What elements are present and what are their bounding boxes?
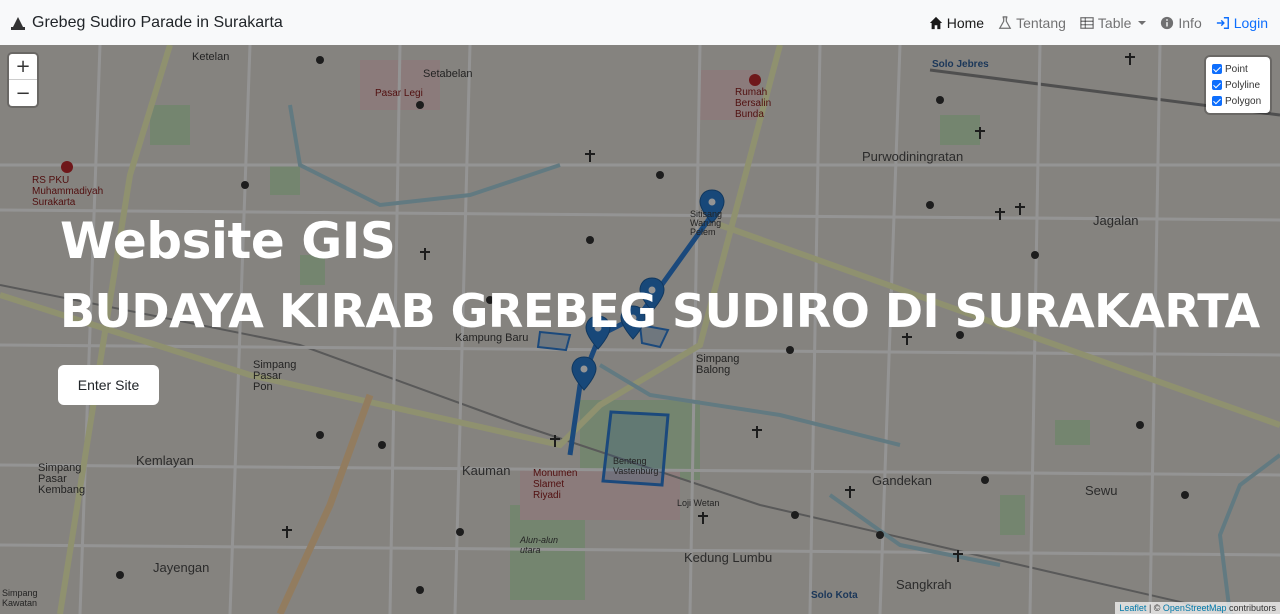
table-icon [1080, 16, 1094, 29]
checkbox-icon[interactable] [1212, 96, 1222, 106]
leaflet-link[interactable]: Leaflet [1119, 603, 1146, 613]
nav-home-label: Home [946, 14, 985, 31]
chevron-down-icon [1138, 20, 1147, 25]
nav-login[interactable]: Login [1216, 15, 1268, 31]
layer-polyline-label: Polyline [1225, 79, 1261, 91]
osm-link[interactable]: OpenStreetMap [1163, 603, 1227, 613]
flask-icon [998, 15, 1012, 29]
nav-tentang-label: Tentang [1016, 14, 1066, 31]
enter-site-button[interactable]: Enter Site [58, 365, 159, 405]
info-icon [1161, 16, 1174, 29]
map-attribution: Leaflet | © OpenStreetMap contributors [1115, 602, 1280, 614]
nav-info-label: Info [1178, 14, 1202, 31]
nav-table-label: Table [1097, 14, 1132, 31]
navbar: Grebeg Sudiro Parade in Surakarta Home T… [0, 0, 1280, 45]
layer-point-label: Point [1225, 63, 1248, 75]
zoom-control: + − [9, 54, 37, 106]
hero-subtitle: BUDAYA KIRAB GREBEG SUDIRO DI SURAKARTA [60, 284, 1260, 338]
checkbox-icon[interactable] [1212, 80, 1222, 90]
layer-polygon-label: Polygon [1225, 95, 1262, 107]
zoom-in-button[interactable]: + [9, 54, 37, 80]
home-icon [929, 16, 942, 29]
layer-polygon-toggle[interactable]: Polygon [1212, 93, 1264, 109]
layer-control: Point Polyline Polygon [1206, 57, 1270, 113]
nav-table-dropdown[interactable]: Table [1080, 14, 1147, 31]
layer-point-toggle[interactable]: Point [1212, 61, 1264, 77]
nav-info[interactable]: Info [1160, 14, 1202, 31]
login-icon [1216, 16, 1229, 29]
hero-title: Website GIS [60, 212, 396, 270]
nav-login-label: Login [1233, 14, 1268, 31]
brand[interactable]: Grebeg Sudiro Parade in Surakarta [10, 14, 283, 32]
brand-title: Grebeg Sudiro Parade in Surakarta [32, 13, 283, 31]
brand-logo-icon [11, 16, 25, 30]
layer-polyline-toggle[interactable]: Polyline [1212, 77, 1264, 93]
attribution-suffix: contributors [1226, 603, 1276, 613]
nav-tentang[interactable]: Tentang [998, 15, 1066, 31]
checkbox-icon[interactable] [1212, 64, 1222, 74]
zoom-out-button[interactable]: − [9, 80, 37, 106]
nav-menu: Home Tentang Table Info Login [929, 15, 1268, 31]
nav-home[interactable]: Home [929, 15, 984, 31]
attribution-separator: | © [1146, 603, 1163, 613]
